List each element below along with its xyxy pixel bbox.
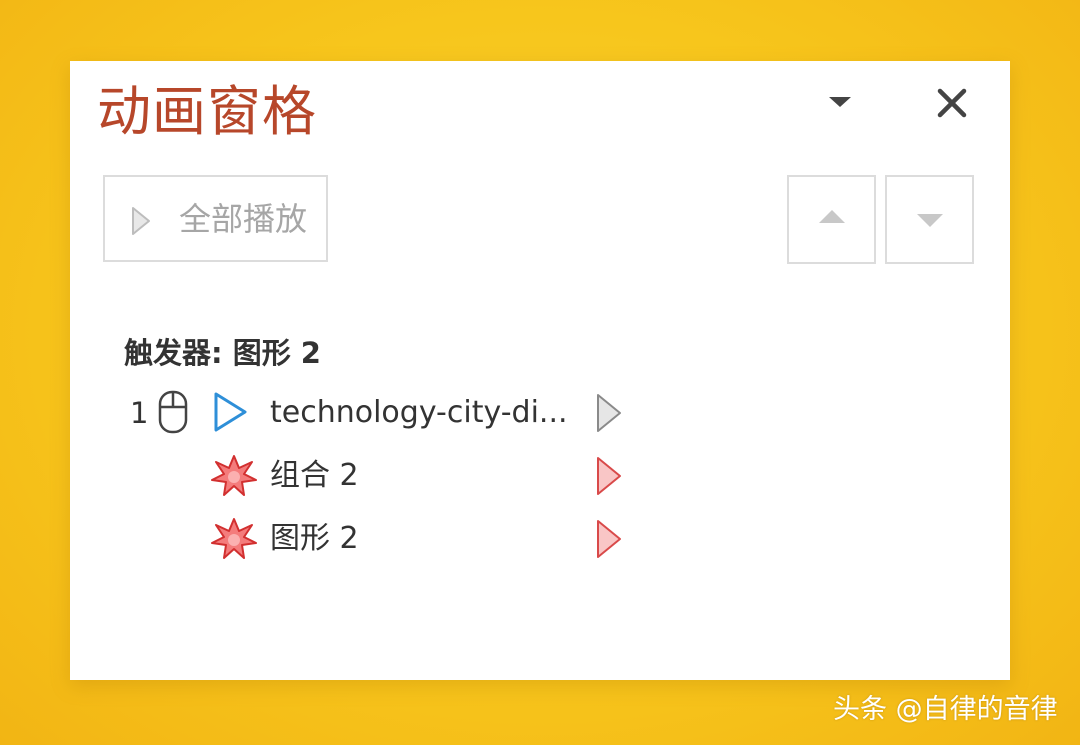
timing-bar-icon [597, 394, 621, 432]
timing-bar-icon [597, 457, 621, 495]
close-icon [937, 88, 967, 118]
animation-name: technology-city-di... [270, 395, 568, 430]
arrow-up-icon [819, 210, 845, 223]
trigger-label: 触发器: 图形 2 [124, 336, 321, 370]
close-button[interactable] [930, 81, 974, 125]
animation-name: 图形 2 [270, 521, 359, 556]
pane-options-dropdown[interactable] [822, 83, 858, 119]
arrow-down-icon [917, 214, 943, 227]
animation-item[interactable]: 图形 2 [124, 511, 644, 567]
animation-item[interactable]: 1 technology-city-di... [124, 385, 644, 441]
watermark: 头条 @自律的音律 [833, 694, 1058, 725]
emphasis-burst-icon [211, 455, 257, 496]
play-icon [132, 207, 150, 235]
animation-name: 组合 2 [270, 458, 359, 493]
pane-title: 动画窗格 [97, 80, 317, 143]
move-up-button[interactable] [787, 175, 876, 264]
emphasis-burst-icon [211, 518, 257, 559]
move-down-button[interactable] [885, 175, 974, 264]
timing-bar-icon [597, 520, 621, 558]
chevron-down-icon [829, 97, 851, 107]
animation-order: 1 [130, 396, 149, 430]
play-all-label: 全部播放 [179, 200, 308, 238]
entrance-effect-icon [214, 392, 247, 432]
play-all-button[interactable]: 全部播放 [103, 175, 328, 262]
mouse-click-icon [158, 390, 188, 434]
animation-pane: 动画窗格 全部播放 触发器: 图形 2 1 technology-city-di [70, 61, 1010, 680]
animation-item[interactable]: 组合 2 [124, 448, 644, 504]
